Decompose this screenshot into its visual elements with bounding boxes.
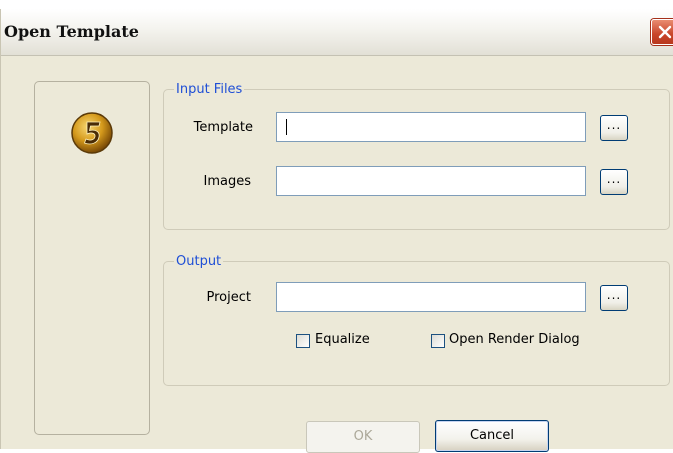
open-render-dialog-checkbox[interactable] — [431, 334, 445, 348]
title-bar[interactable]: Open Template — [1, 9, 673, 56]
input-files-legend: Input Files — [176, 82, 243, 97]
output-legend: Output — [176, 254, 222, 269]
input-files-group: Input Files — [163, 82, 670, 230]
text-caret — [286, 119, 287, 135]
template-input[interactable] — [276, 112, 586, 142]
close-button[interactable] — [651, 19, 673, 45]
project-label: Project — [206, 290, 251, 305]
open-render-dialog-label[interactable]: Open Render Dialog — [449, 332, 580, 347]
images-browse-button[interactable]: ... — [600, 169, 628, 195]
cancel-button[interactable]: Cancel — [435, 420, 549, 452]
template-browse-button[interactable]: ... — [600, 115, 628, 141]
images-label: Images — [203, 174, 252, 189]
project-browse-button[interactable]: ... — [600, 285, 628, 311]
equalize-label[interactable]: Equalize — [315, 332, 370, 347]
open-template-dialog: Open Template Input Files Template ... I… — [0, 9, 673, 453]
close-icon — [658, 25, 672, 39]
images-input[interactable] — [276, 166, 586, 196]
template-label: Template — [193, 120, 253, 135]
output-group: Output — [163, 254, 670, 386]
ok-button[interactable]: OK — [306, 421, 420, 453]
logo-panel — [34, 81, 150, 435]
window-title: Open Template — [4, 22, 139, 41]
number-5-logo-icon — [71, 112, 113, 154]
project-input[interactable] — [276, 282, 586, 312]
equalize-checkbox[interactable] — [296, 334, 310, 348]
